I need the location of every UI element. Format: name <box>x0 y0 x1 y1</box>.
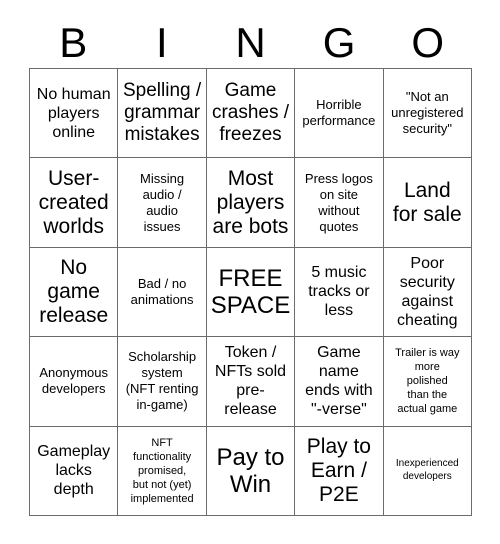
bingo-cell-text: Anonymous developers <box>39 365 109 397</box>
bingo-header-letter-o: O <box>411 19 444 66</box>
bingo-cell-b4[interactable]: Anonymous developers <box>30 337 119 427</box>
bingo-cell-o4[interactable]: Trailer is way more polished than the ac… <box>383 337 472 427</box>
bingo-cell-o3[interactable]: Poor security against cheating <box>383 247 472 338</box>
bingo-cell-b5[interactable]: Gameplay lacks depth <box>30 426 119 516</box>
bingo-cell-i1[interactable]: Spelling / grammar mistakes <box>118 69 207 159</box>
bingo-cell-text: 5 music tracks or less <box>308 264 370 320</box>
bingo-cell-o5[interactable]: Inexperienced developers <box>383 426 472 516</box>
bingo-cell-text: Game crashes / freezes <box>211 80 290 146</box>
bingo-cell-n5[interactable]: Pay to Win <box>206 426 296 516</box>
bingo-cell-o1[interactable]: "Not an unregistered security" <box>383 69 472 159</box>
bingo-cell-i2[interactable]: Missing audio / audio issues <box>118 158 207 248</box>
bingo-cell-text: Horrible performance <box>302 97 376 129</box>
bingo-cell-o2[interactable]: Land for sale <box>383 158 472 248</box>
bingo-cell-text: Scholarship system (NFT renting in-game) <box>125 349 199 413</box>
bingo-cell-text: Gameplay lacks depth <box>37 443 111 499</box>
bingo-cell-g1[interactable]: Horrible performance <box>295 69 384 159</box>
bingo-cell-text: Missing audio / audio issues <box>140 170 185 234</box>
bingo-cell-g3[interactable]: 5 music tracks or less <box>295 247 384 338</box>
bingo-cell-n1[interactable]: Game crashes / freezes <box>206 69 296 159</box>
bingo-cell-text: User- created worlds <box>38 166 109 238</box>
bingo-cell-b1[interactable]: No human players online <box>30 69 119 159</box>
bingo-cell-text: No game release <box>39 255 109 327</box>
bingo-header-letter-b: B <box>59 19 88 66</box>
bingo-cell-b3[interactable]: No game release <box>30 247 119 338</box>
bingo-cell-b2[interactable]: User- created worlds <box>30 158 119 248</box>
bingo-cell-g5[interactable]: Play to Earn / P2E <box>295 426 384 516</box>
bingo-cell-text: Most players are bots <box>212 166 289 238</box>
bingo-cell-text: Trailer is way more polished than the ac… <box>395 347 460 416</box>
bingo-cell-n2[interactable]: Most players are bots <box>206 158 296 248</box>
bingo-cell-text: "Not an unregistered security" <box>391 89 464 137</box>
bingo-cell-text: Game name ends with "-verse" <box>305 344 373 419</box>
bingo-cell-i4[interactable]: Scholarship system (NFT renting in-game) <box>118 337 207 427</box>
bingo-cell-text: FREE SPACE <box>210 264 291 319</box>
bingo-cell-text: Land for sale <box>392 178 462 226</box>
bingo-cell-text: Bad / no animations <box>130 275 194 307</box>
bingo-cell-free-space[interactable]: FREE SPACE <box>206 247 296 338</box>
bingo-cell-text: Inexperienced developers <box>395 458 459 482</box>
bingo-card: B I N G O No human players online Spelli… <box>0 0 500 544</box>
bingo-cell-text: Spelling / grammar mistakes <box>123 80 202 146</box>
bingo-cell-text: Poor security against cheating <box>397 254 458 329</box>
bingo-cell-g2[interactable]: Press logos on site without quotes <box>295 158 384 248</box>
bingo-header-row: B I N G O <box>29 18 472 68</box>
bingo-header-letter-i: I <box>156 19 168 66</box>
bingo-cell-text: No human players online <box>36 85 111 141</box>
bingo-cell-i3[interactable]: Bad / no animations <box>118 247 207 338</box>
bingo-cell-g4[interactable]: Game name ends with "-verse" <box>295 337 384 427</box>
bingo-header-letter-g: G <box>322 19 356 66</box>
bingo-cell-text: Pay to Win <box>216 443 285 498</box>
bingo-cell-n4[interactable]: Token / NFTs sold pre- release <box>206 337 296 427</box>
bingo-cell-text: NFT functionality promised, but not (yet… <box>130 436 194 505</box>
bingo-cell-text: Press logos on site without quotes <box>304 170 373 234</box>
bingo-cell-i5[interactable]: NFT functionality promised, but not (yet… <box>118 426 207 516</box>
bingo-grid: No human players online Spelling / gramm… <box>29 68 472 516</box>
bingo-cell-text: Play to Earn / P2E <box>306 434 371 506</box>
bingo-header-letter-n: N <box>235 19 266 66</box>
bingo-cell-text: Token / NFTs sold pre- release <box>214 344 287 419</box>
